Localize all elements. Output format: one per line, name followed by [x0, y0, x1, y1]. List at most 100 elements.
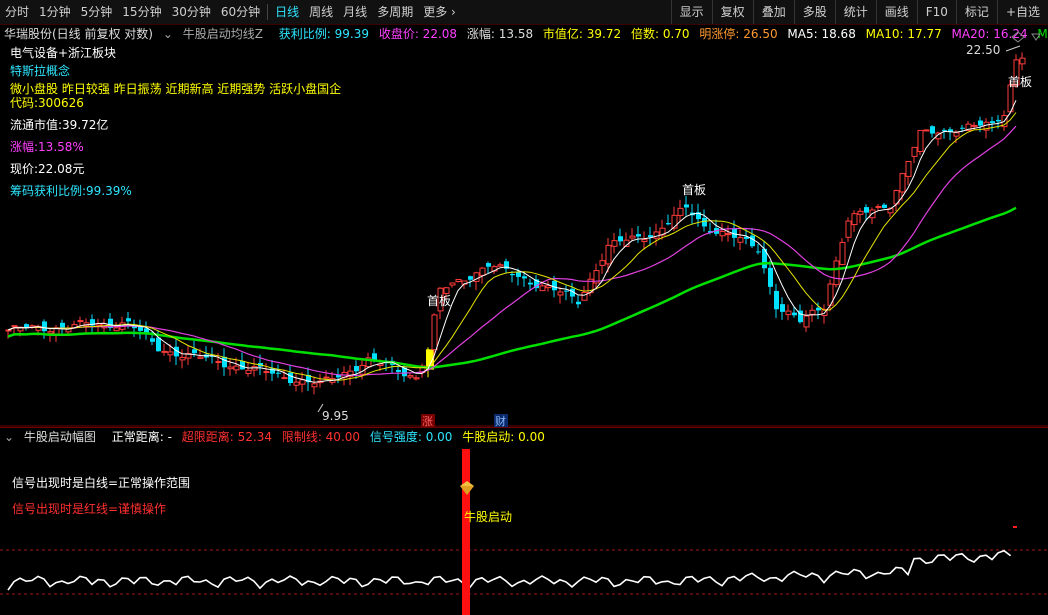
candle-body[interactable] — [545, 285, 552, 289]
candle-body[interactable] — [263, 371, 270, 374]
candle-body[interactable] — [677, 207, 684, 216]
candle-body[interactable] — [816, 307, 821, 311]
candle-body[interactable] — [126, 318, 131, 322]
candle-body[interactable] — [611, 240, 618, 247]
candle-body[interactable] — [768, 267, 773, 287]
candle-body[interactable] — [857, 210, 864, 215]
candle-body[interactable] — [156, 337, 161, 352]
candle-body[interactable] — [179, 356, 186, 361]
candle-body[interactable] — [780, 304, 785, 312]
triangle-corner-icon[interactable] — [1031, 33, 1041, 41]
candle-body[interactable] — [618, 236, 623, 242]
candle-body[interactable] — [497, 264, 504, 267]
candle-body[interactable] — [240, 361, 245, 370]
candle-body[interactable] — [222, 356, 227, 368]
candle-body[interactable] — [809, 309, 816, 315]
candle-body[interactable] — [774, 290, 779, 310]
candle-body[interactable] — [576, 301, 581, 305]
candle-body[interactable] — [629, 235, 636, 239]
candle-body[interactable] — [431, 314, 438, 351]
candle-body[interactable] — [323, 376, 330, 379]
candle-body[interactable] — [737, 237, 744, 243]
candle-body[interactable] — [581, 291, 588, 301]
candle-body[interactable] — [288, 372, 293, 384]
candle-body[interactable] — [851, 213, 858, 226]
diamond-corner-icon[interactable] — [1011, 31, 1025, 43]
candle-body[interactable] — [803, 315, 810, 328]
candle-body[interactable] — [47, 331, 54, 334]
candle-body[interactable] — [299, 379, 306, 385]
candle-body[interactable] — [552, 280, 557, 291]
candle-body[interactable] — [990, 121, 995, 123]
candle-body[interactable] — [77, 320, 84, 323]
candle-body[interactable] — [702, 217, 707, 227]
candle-body[interactable] — [479, 267, 486, 276]
candle-body[interactable] — [833, 260, 840, 286]
candle-body[interactable] — [684, 204, 689, 208]
candle-body[interactable] — [486, 263, 491, 267]
sub-indicator-selector[interactable]: ⌄ 牛股启动幅图 — [4, 430, 102, 444]
candle-body[interactable] — [161, 350, 168, 353]
candle-body[interactable] — [215, 361, 222, 364]
candle-body[interactable] — [468, 276, 473, 280]
candle-body[interactable] — [138, 326, 143, 331]
candle-body[interactable] — [930, 126, 935, 134]
candle-body[interactable] — [882, 204, 887, 208]
candle-body[interactable] — [942, 129, 947, 131]
candle-body[interactable] — [864, 207, 869, 213]
candle-body[interactable] — [354, 365, 359, 372]
candle-body[interactable] — [978, 120, 983, 126]
candle-body[interactable] — [971, 124, 978, 127]
candle-body[interactable] — [539, 285, 546, 292]
candle-body[interactable] — [413, 377, 420, 380]
candle-body[interactable] — [455, 278, 462, 283]
kline-chart[interactable] — [0, 0, 1048, 615]
candle-body[interactable] — [396, 369, 401, 372]
candle-body[interactable] — [641, 239, 648, 242]
candle-body[interactable] — [197, 356, 204, 359]
candle-body[interactable] — [653, 231, 660, 239]
candle-body[interactable] — [233, 365, 240, 371]
candle-body[interactable] — [293, 381, 300, 386]
candle-body[interactable] — [522, 276, 527, 279]
candle-body[interactable] — [899, 173, 906, 193]
candle-body[interactable] — [875, 205, 882, 209]
candle-body[interactable] — [605, 244, 612, 265]
candle-body[interactable] — [113, 327, 120, 332]
candle-body[interactable] — [449, 282, 456, 286]
candle-body[interactable] — [725, 233, 732, 236]
candle-body[interactable] — [276, 372, 281, 374]
candle-body[interactable] — [245, 369, 252, 374]
candle-body[interactable] — [792, 312, 797, 316]
candle-body[interactable] — [839, 241, 846, 266]
candle-body[interactable] — [905, 160, 912, 177]
candle-body[interactable] — [42, 321, 47, 332]
candle-body[interactable] — [167, 351, 174, 356]
candle-body[interactable] — [911, 146, 918, 157]
candle-body[interactable] — [719, 230, 726, 237]
candle-body[interactable] — [528, 282, 533, 285]
candle-body[interactable] — [227, 366, 234, 370]
candle-body[interactable] — [60, 322, 65, 328]
candle-body[interactable] — [192, 349, 197, 354]
candle-body[interactable] — [407, 375, 414, 378]
candle-body[interactable] — [756, 251, 761, 253]
candle-body[interactable] — [564, 290, 569, 292]
candle-body[interactable] — [510, 273, 515, 276]
candle-body[interactable] — [636, 234, 641, 237]
candle-body[interactable] — [1019, 57, 1026, 65]
candle-body[interactable] — [11, 325, 18, 328]
candle-body[interactable] — [281, 377, 288, 380]
candle-body[interactable] — [960, 127, 965, 129]
candle-body[interactable] — [311, 383, 318, 388]
candle-body[interactable] — [150, 338, 155, 342]
candle-body[interactable] — [996, 119, 1001, 122]
candle-body[interactable] — [557, 291, 564, 296]
candle-body[interactable] — [599, 260, 606, 266]
candle-body[interactable] — [750, 235, 755, 247]
candle-body[interactable] — [845, 220, 852, 238]
candle-body[interactable] — [666, 223, 671, 225]
candle-body[interactable] — [923, 129, 930, 132]
candle-body[interactable] — [785, 310, 792, 316]
candle-body[interactable] — [917, 129, 924, 152]
